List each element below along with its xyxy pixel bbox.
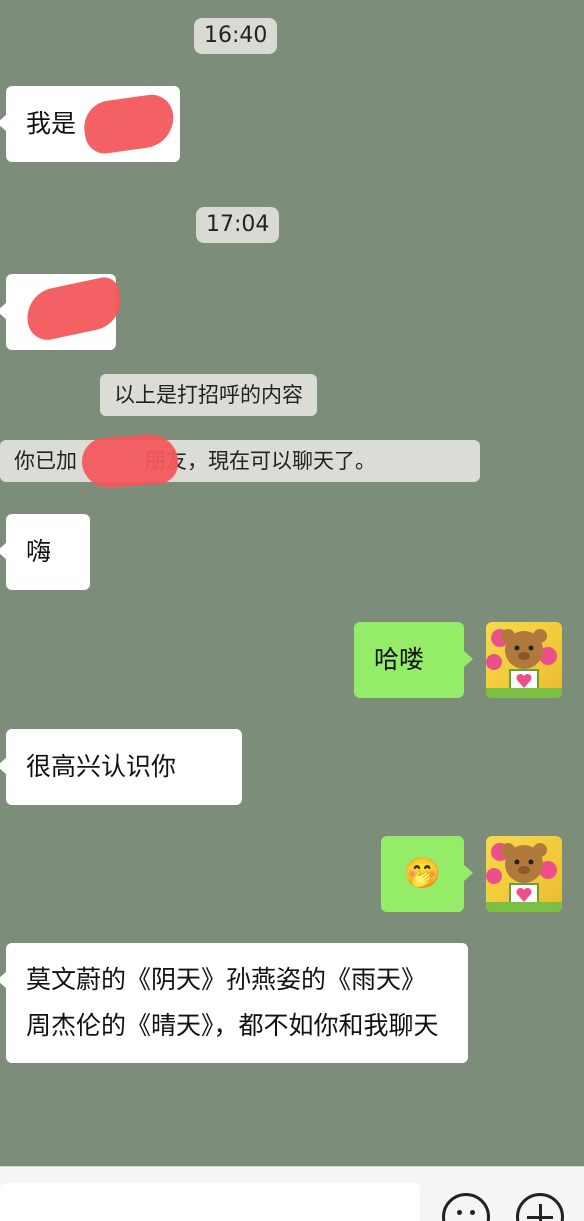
input-bar (0, 1166, 584, 1221)
message-input[interactable] (0, 1183, 420, 1221)
timestamp: 16:40 (194, 18, 278, 54)
timestamp: 17:04 (196, 207, 280, 243)
plus-icon[interactable] (516, 1193, 564, 1221)
message-text: 我是 (26, 109, 77, 138)
emoji-message: 🤭 (403, 856, 442, 891)
incoming-message[interactable]: 嗨 (0, 514, 90, 590)
message-text: 很高兴认识你 (26, 752, 177, 781)
bear-avatar-icon (486, 843, 562, 912)
user-avatar[interactable] (486, 622, 562, 698)
incoming-message[interactable] (0, 274, 127, 350)
message-text: 嗨 (26, 537, 52, 566)
smiley-icon[interactable] (442, 1193, 490, 1221)
redaction-mark (21, 274, 127, 344)
system-text-prefix: 你已加 (14, 449, 77, 473)
chat-area[interactable]: 16:40 我是 17:04 以上是打招呼的内容 你已加 朋友，現在可以聊天了。 … (0, 0, 584, 1166)
redaction-mark (80, 91, 178, 157)
redaction-mark (80, 432, 180, 490)
system-message: 以上是打招呼的内容 (100, 374, 317, 416)
message-text: 莫文蔚的《阴天》孙燕姿的《雨天》周杰伦的《晴天》，都不如你和我聊天 (26, 965, 439, 1040)
system-message: 你已加 朋友，現在可以聊天了。 (0, 432, 480, 490)
incoming-message[interactable]: 我是 (0, 86, 180, 162)
outgoing-message[interactable]: 🤭 (381, 836, 473, 912)
outgoing-message[interactable]: 哈喽 (354, 622, 473, 698)
system-text-suffix: 朋友，現在可以聊天了。 (145, 449, 376, 473)
message-text: 哈喽 (374, 645, 425, 674)
user-avatar[interactable] (486, 836, 562, 912)
incoming-message[interactable]: 很高兴认识你 (0, 729, 242, 805)
incoming-message[interactable]: 莫文蔚的《阴天》孙燕姿的《雨天》周杰伦的《晴天》，都不如你和我聊天 (0, 943, 468, 1063)
bear-avatar-icon (486, 629, 562, 698)
